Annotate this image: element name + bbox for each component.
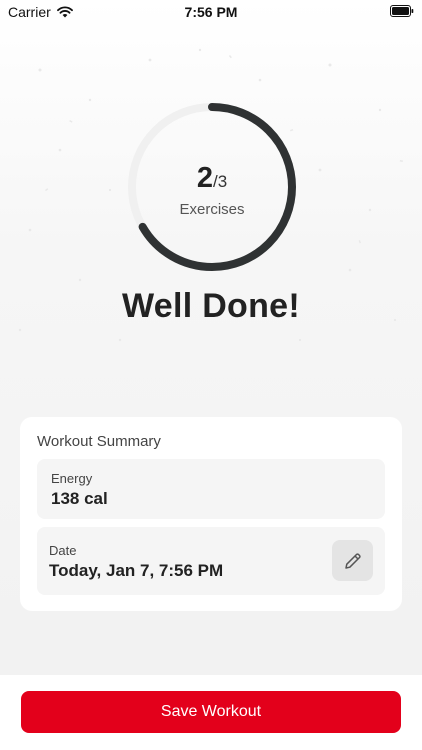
date-row: Date Today, Jan 7, 7:56 PM: [37, 527, 385, 595]
edit-date-button[interactable]: [332, 540, 373, 581]
date-label: Date: [49, 543, 77, 558]
workout-summary-card: Workout Summary Energy 138 cal Date Toda…: [20, 417, 402, 611]
summary-title: Workout Summary: [37, 433, 161, 450]
exercises-total: /3: [212, 172, 228, 191]
battery-icon: [390, 5, 414, 17]
exercises-completed: 2: [196, 162, 213, 194]
status-bar: Carrier 7:56 PM: [0, 0, 422, 24]
energy-row: Energy 138 cal: [37, 459, 385, 519]
energy-value: 138 cal: [51, 489, 108, 508]
exercise-progress-ring: 2/3 Exercises: [128, 103, 296, 271]
date-value: Today, Jan 7, 7:56 PM: [49, 561, 224, 580]
progress-readout: 2/3 Exercises: [128, 161, 296, 218]
save-workout-button[interactable]: Save Workout: [21, 691, 401, 733]
bottom-action-bar: Save Workout: [0, 675, 422, 750]
clock: 7:56 PM: [184, 4, 238, 20]
completion-headline: Well Done!: [121, 287, 301, 325]
pencil-icon: [344, 552, 361, 569]
energy-label: Energy: [51, 471, 93, 486]
exercises-unit-label: Exercises: [179, 201, 245, 218]
